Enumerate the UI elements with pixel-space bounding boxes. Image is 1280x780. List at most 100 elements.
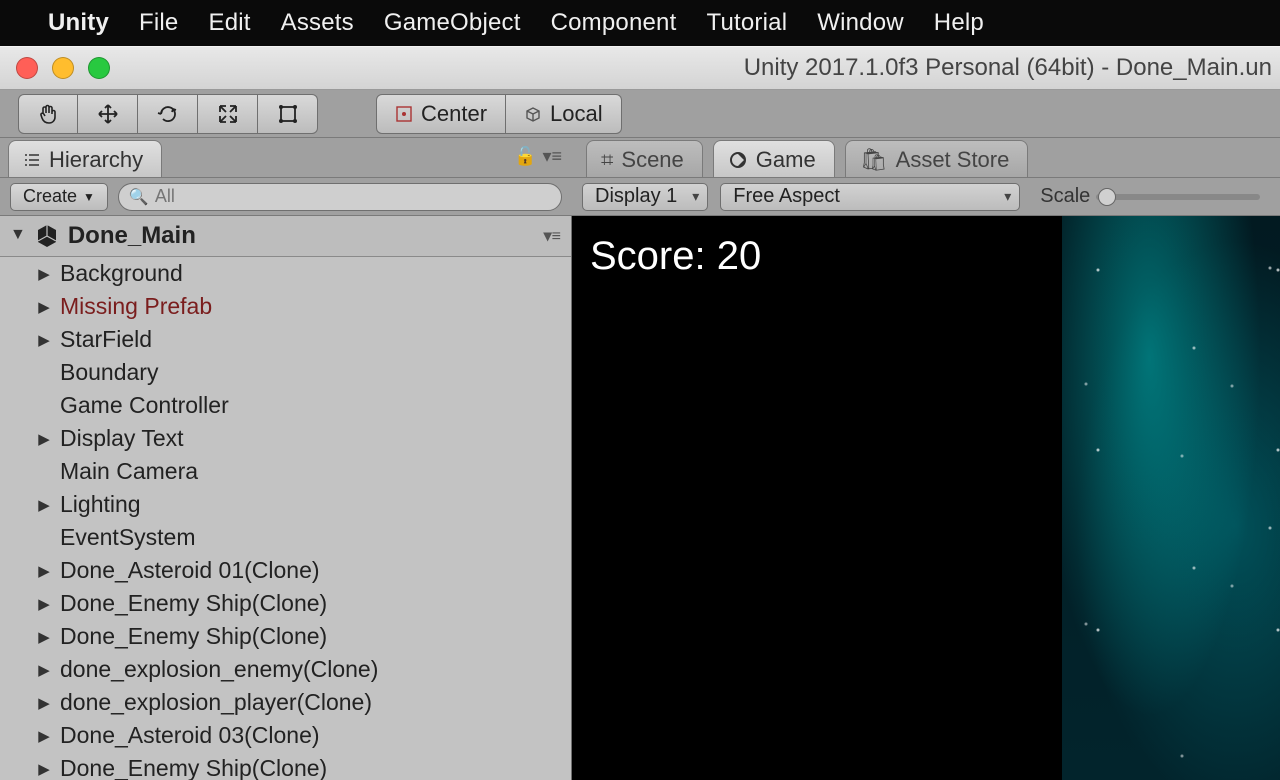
panel-lock[interactable]: 🔓 ▾≡	[514, 146, 562, 167]
hierarchy-item-label: Game Controller	[60, 392, 229, 419]
disclosure-triangle-icon[interactable]: ▶	[36, 430, 52, 448]
sub-controls-row: Create ▼ 🔍 Display 1 Free Aspect Scale	[0, 178, 1280, 216]
tab-asset-store-label: Asset Store	[896, 147, 1010, 173]
game-viewport[interactable]: Score: 20	[572, 216, 1062, 780]
hierarchy-item[interactable]: ▶ Background	[0, 257, 571, 290]
scale-tool-button[interactable]	[198, 94, 258, 134]
hierarchy-item[interactable]: ▶ Done_Asteroid 03(Clone)	[0, 719, 571, 752]
disclosure-triangle-icon[interactable]: ▼	[10, 226, 26, 244]
tab-hierarchy-label: Hierarchy	[49, 147, 143, 173]
hierarchy-item[interactable]: ▶ Done_Enemy Ship(Clone)	[0, 587, 571, 620]
hierarchy-item-label: Boundary	[60, 359, 158, 386]
lock-icon: 🔓	[514, 146, 536, 167]
game-panel: Score: 20	[572, 216, 1280, 780]
aspect-dropdown[interactable]: Free Aspect	[720, 183, 1020, 211]
hierarchy-item-label: Lighting	[60, 491, 141, 518]
hierarchy-item[interactable]: ▶ Missing Prefab	[0, 290, 571, 323]
hierarchy-controls: Create ▼ 🔍	[0, 178, 572, 215]
hierarchy-create-button[interactable]: Create ▼	[10, 183, 108, 211]
hierarchy-item-label: Done_Enemy Ship(Clone)	[60, 590, 327, 617]
display-dropdown[interactable]: Display 1	[582, 183, 708, 211]
hierarchy-item[interactable]: ▶ Done_Enemy Ship(Clone)	[0, 752, 571, 780]
menu-tutorial[interactable]: Tutorial	[706, 9, 787, 37]
hierarchy-item-label: Done_Asteroid 03(Clone)	[60, 722, 320, 749]
hierarchy-item-label: Missing Prefab	[60, 293, 212, 320]
panel-tabs-row: Hierarchy 🔓 ▾≡ ⌗ Scene Game 🛍 Asset Stor…	[0, 138, 1280, 178]
hierarchy-item-label: EventSystem	[60, 524, 196, 551]
menu-component[interactable]: Component	[551, 9, 677, 37]
pacman-icon	[728, 150, 748, 170]
hierarchy-item[interactable]: ▶EventSystem	[0, 521, 571, 554]
transform-tools-group	[18, 94, 318, 134]
space-local-button[interactable]: Local	[506, 94, 622, 134]
rotate-tool-button[interactable]	[138, 94, 198, 134]
right-tabs: ⌗ Scene Game 🛍 Asset Store	[572, 138, 1280, 177]
menu-window[interactable]: Window	[817, 9, 904, 37]
hierarchy-item[interactable]: ▶Boundary	[0, 356, 571, 389]
disclosure-triangle-icon[interactable]: ▶	[36, 496, 52, 514]
disclosure-triangle-icon[interactable]: ▶	[36, 694, 52, 712]
hierarchy-item[interactable]: ▶Main Camera	[0, 455, 571, 488]
hierarchy-item-label: Done_Enemy Ship(Clone)	[60, 755, 327, 780]
window-title: Unity 2017.1.0f3 Personal (64bit) - Done…	[0, 54, 1280, 82]
hierarchy-item[interactable]: ▶ Display Text	[0, 422, 571, 455]
tab-game[interactable]: Game	[713, 140, 835, 177]
move-tool-button[interactable]	[78, 94, 138, 134]
scale-slider[interactable]	[1096, 194, 1260, 200]
scene-row[interactable]: ▼ Done_Main ▾≡	[0, 216, 571, 257]
hierarchy-search-input[interactable]	[155, 186, 551, 207]
hierarchy-item[interactable]: ▶ Done_Enemy Ship(Clone)	[0, 620, 571, 653]
minimize-window-button[interactable]	[52, 57, 74, 79]
menu-gameobject[interactable]: GameObject	[384, 9, 521, 37]
menu-edit[interactable]: Edit	[208, 9, 250, 37]
hierarchy-item[interactable]: ▶Game Controller	[0, 389, 571, 422]
hierarchy-item-label: Done_Enemy Ship(Clone)	[60, 623, 327, 650]
unity-toolbar: Center Local	[0, 90, 1280, 138]
menu-file[interactable]: File	[139, 9, 178, 37]
tab-asset-store[interactable]: 🛍 Asset Store	[845, 140, 1029, 177]
scale-icon	[216, 102, 240, 126]
pivot-center-button[interactable]: Center	[376, 94, 506, 134]
tab-scene[interactable]: ⌗ Scene	[586, 140, 703, 177]
disclosure-triangle-icon[interactable]: ▶	[36, 562, 52, 580]
tab-hierarchy[interactable]: Hierarchy	[8, 140, 162, 177]
hand-tool-button[interactable]	[18, 94, 78, 134]
window-titlebar: Unity 2017.1.0f3 Personal (64bit) - Done…	[0, 46, 1280, 90]
hierarchy-item[interactable]: ▶ Done_Asteroid 01(Clone)	[0, 554, 571, 587]
hierarchy-item-label: Background	[60, 260, 183, 287]
hierarchy-item[interactable]: ▶StarField	[0, 323, 571, 356]
disclosure-triangle-icon[interactable]: ▶	[36, 298, 52, 316]
hierarchy-item-label: Display Text	[60, 425, 184, 452]
menu-app[interactable]: Unity	[48, 9, 109, 37]
hierarchy-search[interactable]: 🔍	[118, 183, 562, 211]
slider-thumb[interactable]	[1098, 188, 1116, 206]
rect-tool-button[interactable]	[258, 94, 318, 134]
main-area: ▼ Done_Main ▾≡ ▶ Background ▶ Missing Prefa…	[0, 216, 1280, 780]
disclosure-triangle-icon[interactable]: ▶	[36, 727, 52, 745]
hierarchy-item-label: Done_Asteroid 01(Clone)	[60, 557, 320, 584]
zoom-window-button[interactable]	[88, 57, 110, 79]
panel-menu-icon: ▾≡	[542, 146, 562, 167]
aspect-value: Free Aspect	[733, 185, 840, 208]
disclosure-triangle-icon[interactable]: ▶	[36, 595, 52, 613]
disclosure-triangle-icon[interactable]: ▶	[36, 265, 52, 283]
bag-icon: 🛍	[860, 147, 888, 173]
hierarchy-item[interactable]: ▶ Lighting	[0, 488, 571, 521]
disclosure-triangle-icon[interactable]: ▶	[36, 760, 52, 778]
cube-icon	[524, 105, 542, 123]
macos-menubar: Unity File Edit Assets GameObject Compon…	[0, 0, 1280, 46]
disclosure-triangle-icon[interactable]: ▶	[36, 628, 52, 646]
rect-icon	[276, 102, 300, 126]
hierarchy-panel: ▼ Done_Main ▾≡ ▶ Background ▶ Missing Prefa…	[0, 216, 572, 780]
menu-help[interactable]: Help	[934, 9, 984, 37]
menu-assets[interactable]: Assets	[281, 9, 354, 37]
close-window-button[interactable]	[16, 57, 38, 79]
hierarchy-item[interactable]: ▶done_explosion_enemy(Clone)	[0, 653, 571, 686]
hand-icon	[36, 102, 60, 126]
hierarchy-item[interactable]: ▶done_explosion_player(Clone)	[0, 686, 571, 719]
search-icon: 🔍	[129, 187, 149, 207]
scene-menu-icon[interactable]: ▾≡	[544, 226, 561, 246]
disclosure-triangle-icon[interactable]: ▶	[36, 331, 52, 349]
score-text: Score: 20	[590, 234, 761, 279]
disclosure-triangle-icon[interactable]: ▶	[36, 661, 52, 679]
